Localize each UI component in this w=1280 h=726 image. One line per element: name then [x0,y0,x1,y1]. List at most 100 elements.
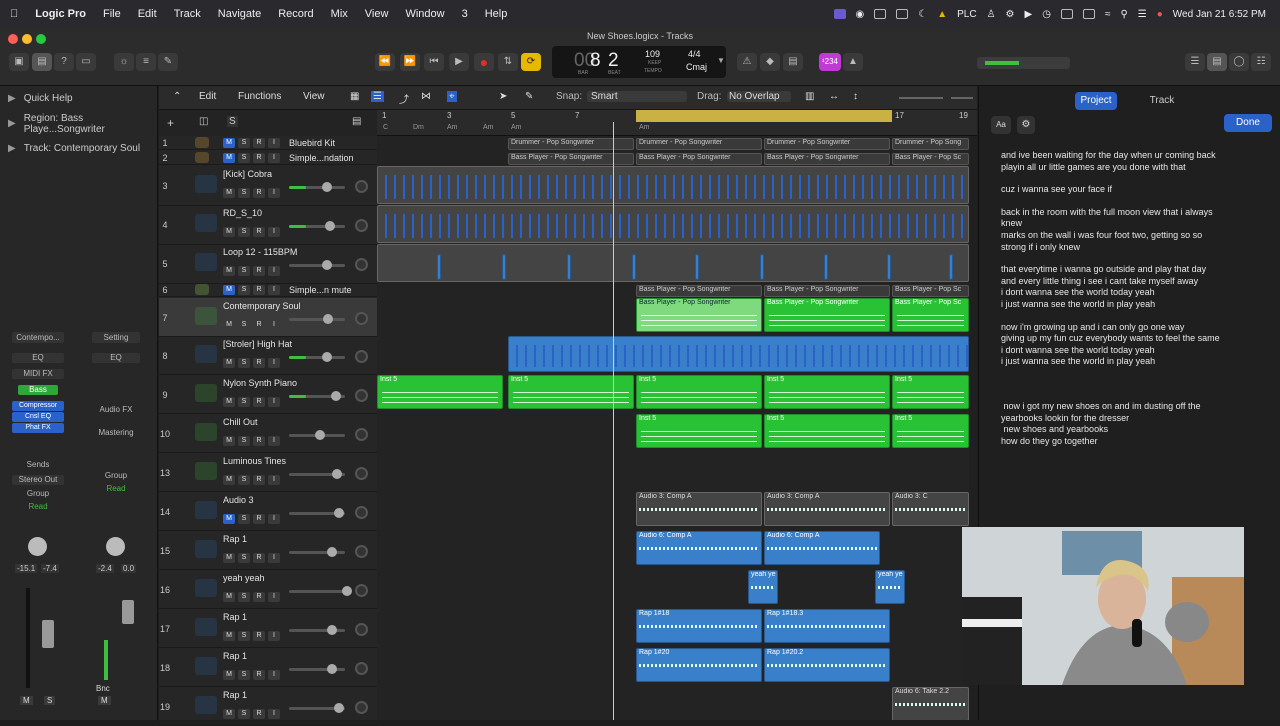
menu-navigate[interactable]: Navigate [218,8,261,20]
list-view-icon[interactable]: ☰ [371,91,384,102]
pan-knob[interactable] [355,622,368,636]
lcd-display[interactable]: 00 8 2 BAR BEAT 109 KEEP TEMPO 4/4 Cmaj … [552,46,726,78]
volume-fader[interactable] [289,546,345,557]
volume-fader[interactable] [289,351,345,362]
volume-fader-knob[interactable] [331,390,341,401]
track-row[interactable]: 2 M S R I Simple...ndation [159,151,377,165]
keyboard-icon[interactable] [1082,9,1095,19]
input-monitor-button[interactable]: I [268,709,280,719]
volume-fader[interactable] [289,702,345,713]
track-row[interactable]: 16 yeah yeah M S R I [159,570,377,609]
track-row[interactable]: 17 Rap 1 MSRI [159,609,377,648]
record-enable-button[interactable]: R [253,358,265,368]
apple-icon[interactable]:  [10,8,18,20]
volume-fader[interactable] [289,182,345,192]
mute-button[interactable]: M [223,709,235,719]
audio3-region[interactable]: Audio 3: Comp A [764,492,890,526]
inspector-button[interactable]: ▤ [32,53,52,71]
loop-hit[interactable] [887,254,891,280]
clock-icon[interactable]: ◷ [1042,9,1051,20]
wifi-icon[interactable]: ≈ [1105,9,1111,20]
pan-knob[interactable] [355,180,368,193]
strip-mode-right[interactable]: Read [92,484,140,493]
automation-icon[interactable]: ⤴ [399,91,409,106]
input-monitor-button[interactable]: I [268,475,280,485]
track-row[interactable]: 1 M S R I Bluebird Kit [159,136,377,150]
strip-output-left[interactable]: Stereo Out [12,475,64,485]
input-monitor-button[interactable]: I [268,285,280,295]
audio3-region[interactable]: Audio 3: C [892,492,969,526]
track-name[interactable]: Nylon Synth Piano [223,378,297,388]
menu-mix[interactable]: Mix [331,8,348,20]
inst5-region[interactable]: Inst 5 [764,414,890,448]
mixer-icon[interactable]: ≡ [136,53,156,71]
inst5-region[interactable]: Inst 5 [636,375,762,409]
track-name[interactable]: Loop 12 - 115BPM [223,247,297,257]
volume-fader[interactable] [289,585,352,596]
window-icon[interactable] [896,9,909,19]
play-button[interactable]: ▶ [449,53,469,71]
pan-knob-left[interactable] [28,537,47,556]
replace-button[interactable]: ⇅ [498,53,518,71]
hihat-region[interactable] [508,336,969,372]
input-monitor-button[interactable]: I [268,514,280,524]
strip-setting-left[interactable]: Contempo... [12,332,64,343]
track-name[interactable]: Simple...ndation [289,153,354,163]
plugin-phat-fx[interactable]: Phat FX [12,423,64,433]
smart-controls-icon[interactable]: ☼ [114,53,134,71]
pointer-tool-icon[interactable]: ➤ [499,91,507,102]
track-name[interactable]: Rap 1 [223,534,247,544]
loop-hit[interactable] [632,254,636,280]
track-row[interactable]: 10 Chill Out M S R I [159,414,377,453]
metronome-icon[interactable]: ▲ [843,53,863,71]
solo-button[interactable]: S [238,138,250,148]
input-monitor-button[interactable]: I [268,553,280,563]
pan-knob[interactable] [355,583,368,597]
solo-icon[interactable]: ◆ [760,53,780,71]
font-button[interactable]: Aa [991,116,1011,134]
play-circle-icon[interactable]: ▶ [1025,9,1033,20]
track-row[interactable]: 14 Audio 3 MSRI [159,492,377,531]
pan-knob[interactable] [355,427,368,441]
cycle-range[interactable] [636,110,892,122]
track-row[interactable]: 15 Rap 1 MSRI [159,531,377,570]
volume-fader-knob[interactable] [334,507,344,518]
rap-region[interactable]: Rap 1#20.2 [764,648,890,682]
pan-knob[interactable] [355,700,368,714]
bass-region[interactable]: Bass Player - Pop Sc [892,298,969,332]
disclosure-icon[interactable]: ▶ [8,143,16,154]
loop-hit[interactable] [695,254,699,280]
mute-button[interactable]: M [223,320,235,330]
solo-button[interactable]: S [238,266,250,276]
tab-track[interactable]: Track [1147,92,1177,110]
mute-button[interactable]: M [223,631,235,641]
disclosure-icon[interactable]: ▶ [8,118,16,129]
drag-dropdown[interactable]: No Overlap [727,91,791,102]
bass-region-selected[interactable]: Bass Player - Pop Songwriter [636,298,762,332]
input-monitor-button[interactable]: I [268,592,280,602]
drummer-region[interactable]: Drummer - Pop Songwriter [764,138,890,150]
input-monitor-button[interactable]: I [268,397,280,407]
volume-fader[interactable] [289,260,345,270]
drum-loop-region[interactable] [377,205,969,243]
bass-region[interactable]: Bass Player - Pop Songwriter [764,285,890,297]
plugin-compressor[interactable]: Compressor [12,401,64,411]
volume-fader[interactable] [289,313,345,324]
track-folder-icon[interactable]: ◫ [199,116,208,127]
volume-fader[interactable] [289,663,345,674]
list-editors-icon[interactable]: ☰ [1185,53,1205,71]
menu-track[interactable]: Track [174,8,201,20]
track-name[interactable]: Audio 3 [223,495,254,505]
track-name[interactable]: [Stroler] High Hat [223,339,292,349]
pan-knob[interactable] [355,219,368,232]
solo-button[interactable]: S [238,285,250,295]
track-name[interactable]: Simple...n mute [289,285,352,295]
track-name[interactable]: yeah yeah [223,573,265,583]
input-monitor-button[interactable]: I [268,436,280,446]
record-enable-button[interactable]: R [253,320,265,330]
track-row[interactable]: 6 M S R I Simple...n mute [159,283,377,297]
menu-app[interactable]: Logic Pro [35,8,86,20]
menu-record[interactable]: Record [278,8,313,20]
solo-button[interactable]: S [238,475,250,485]
track-name[interactable]: Contemporary Soul [223,301,301,311]
